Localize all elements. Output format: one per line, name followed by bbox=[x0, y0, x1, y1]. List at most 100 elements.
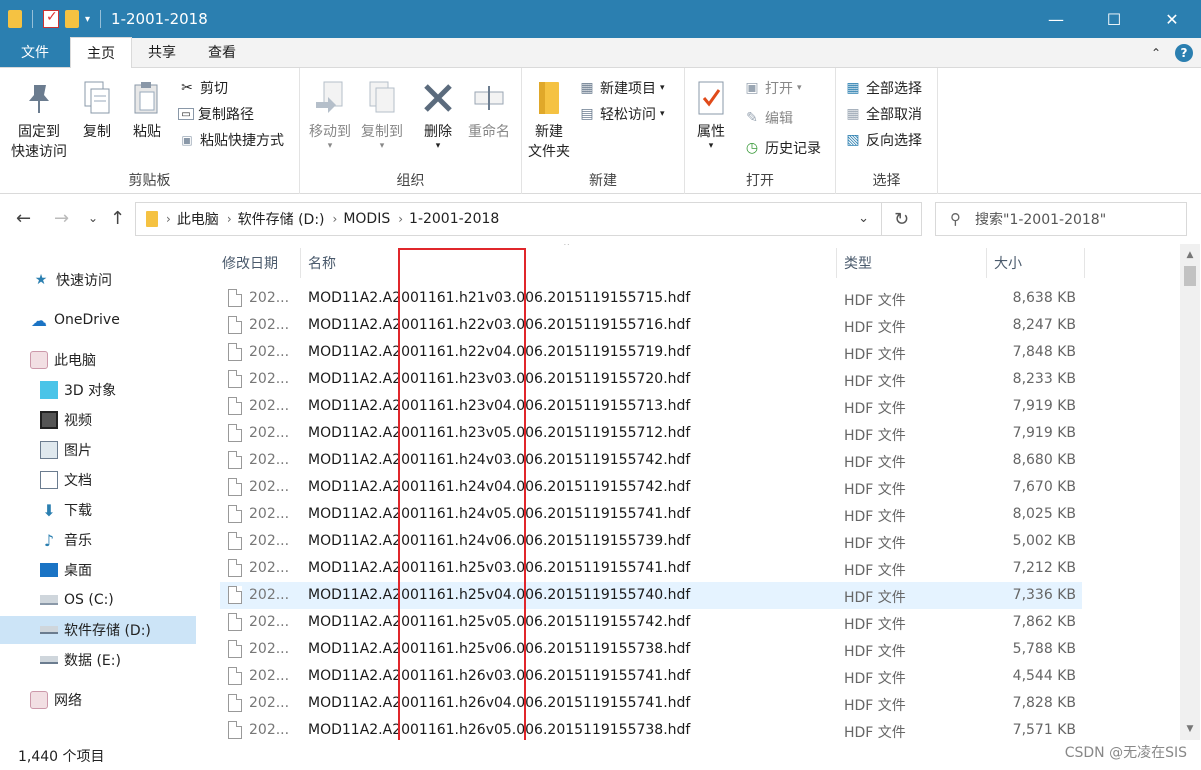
tab-view[interactable]: 查看 bbox=[192, 37, 252, 67]
paste-shortcut-label: 粘贴快捷方式 bbox=[200, 133, 284, 149]
rename-button[interactable]: 重命名 bbox=[462, 78, 516, 142]
breadcrumb-current-folder[interactable]: 1-2001-2018 bbox=[409, 211, 499, 227]
tab-share[interactable]: 共享 bbox=[132, 37, 192, 67]
table-row[interactable]: 202... MOD11A2.A2001161.h25v06.006.201511… bbox=[220, 636, 1082, 663]
copy-button[interactable]: 复制 bbox=[74, 78, 120, 142]
back-arrow-icon[interactable]: ← bbox=[16, 208, 31, 229]
column-header-name[interactable]: 名称 bbox=[308, 253, 336, 273]
invert-selection-button[interactable]: ▧ 反向选择 bbox=[844, 130, 922, 150]
new-item-button[interactable]: ▦ 新建项目 ▾ bbox=[578, 78, 664, 98]
tab-home[interactable]: 主页 bbox=[70, 37, 132, 68]
sidebar-item-downloads[interactable]: ⬇ 下载 bbox=[0, 496, 196, 524]
table-row[interactable]: 202... MOD11A2.A2001161.h25v04.006.201511… bbox=[220, 582, 1082, 609]
pin-quick-access-button[interactable]: 固定到 快速访问 bbox=[8, 78, 70, 162]
close-button[interactable]: ✕ bbox=[1143, 0, 1201, 38]
scrollbar-thumb[interactable] bbox=[1184, 266, 1196, 286]
address-bar[interactable]: › 此电脑 › 软件存储 (D:) › MODIS › 1-2001-2018 … bbox=[135, 202, 922, 236]
table-row[interactable]: 202... MOD11A2.A2001161.h23v03.006.201511… bbox=[220, 366, 1082, 393]
table-row[interactable]: 202... MOD11A2.A2001161.h26v05.006.201511… bbox=[220, 717, 1082, 740]
column-header-type[interactable]: 类型 bbox=[844, 253, 872, 273]
table-row[interactable]: 202... MOD11A2.A2001161.h25v03.006.201511… bbox=[220, 555, 1082, 582]
customize-dropdown-icon[interactable]: ▾ bbox=[85, 14, 90, 25]
easy-access-button[interactable]: ▤ 轻松访问 ▾ bbox=[578, 104, 664, 124]
chevron-right-icon[interactable]: › bbox=[333, 212, 338, 226]
select-none-button[interactable]: ▦ 全部取消 bbox=[844, 104, 922, 124]
breadcrumb-this-pc[interactable]: 此电脑 bbox=[177, 209, 219, 229]
forward-arrow-icon[interactable]: → bbox=[54, 208, 69, 229]
delete-button[interactable]: 删除 ▾ bbox=[416, 78, 460, 151]
sidebar-item-pictures[interactable]: 图片 bbox=[0, 436, 196, 464]
sidebar-item-drive-e[interactable]: 数据 (E:) bbox=[0, 646, 196, 674]
table-row[interactable]: 202... MOD11A2.A2001161.h24v04.006.201511… bbox=[220, 474, 1082, 501]
edit-button[interactable]: ✎ 编辑 bbox=[743, 108, 793, 128]
new-folder-icon[interactable] bbox=[65, 10, 79, 28]
chevron-right-icon[interactable]: › bbox=[166, 212, 171, 226]
table-row[interactable]: 202... MOD11A2.A2001161.h24v03.006.201511… bbox=[220, 447, 1082, 474]
file-name: MOD11A2.A2001161.h23v05.006.201511915571… bbox=[308, 425, 691, 441]
column-divider[interactable] bbox=[1084, 248, 1085, 278]
select-all-button[interactable]: ▦ 全部选择 bbox=[844, 78, 922, 98]
vertical-scrollbar[interactable]: ▲ ▼ bbox=[1180, 244, 1200, 740]
copy-to-button[interactable]: 复制到 ▾ bbox=[356, 78, 408, 151]
sidebar-item-quick-access[interactable]: ★ 快速访问 bbox=[0, 266, 196, 294]
table-row[interactable]: 202... MOD11A2.A2001161.h22v04.006.201511… bbox=[220, 339, 1082, 366]
sidebar-item-music[interactable]: ♪ 音乐 bbox=[0, 526, 196, 554]
search-placeholder: 搜索"1-2001-2018" bbox=[975, 212, 1107, 228]
table-row[interactable]: 202... MOD11A2.A2001161.h23v05.006.201511… bbox=[220, 420, 1082, 447]
properties-button[interactable]: 属性 ▾ bbox=[691, 78, 731, 151]
sidebar-item-videos[interactable]: 视频 bbox=[0, 406, 196, 434]
sidebar-item-desktop[interactable]: 桌面 bbox=[0, 556, 196, 584]
paste-shortcut-button[interactable]: ▣ 粘贴快捷方式 bbox=[178, 130, 284, 150]
table-row[interactable]: 202... MOD11A2.A2001161.h24v06.006.201511… bbox=[220, 528, 1082, 555]
move-to-button[interactable]: 移动到 ▾ bbox=[304, 78, 356, 151]
table-row[interactable]: 202... MOD11A2.A2001161.h24v05.006.201511… bbox=[220, 501, 1082, 528]
scroll-down-icon[interactable]: ▼ bbox=[1180, 720, 1200, 738]
properties-icon[interactable] bbox=[43, 9, 59, 28]
sidebar-item-3d-objects[interactable]: 3D 对象 bbox=[0, 376, 196, 404]
file-name: MOD11A2.A2001161.h23v04.006.201511915571… bbox=[308, 398, 691, 414]
sidebar-item-drive-c[interactable]: OS (C:) bbox=[0, 586, 196, 614]
recent-locations-chevron-icon[interactable]: ⌄ bbox=[88, 211, 98, 225]
column-header-date[interactable]: 修改日期 bbox=[222, 253, 278, 273]
file-name: MOD11A2.A2001161.h21v03.006.201511915571… bbox=[308, 290, 691, 306]
chevron-down-icon[interactable]: ⌄ bbox=[858, 211, 869, 226]
history-button[interactable]: ◷ 历史记录 bbox=[743, 138, 821, 158]
sidebar-item-drive-d[interactable]: 软件存储 (D:) bbox=[0, 616, 196, 644]
file-type: HDF 文件 bbox=[844, 455, 906, 471]
copy-path-button[interactable]: ▭ 复制路径 bbox=[178, 104, 254, 124]
sidebar-item-documents[interactable]: 文档 bbox=[0, 466, 196, 494]
chevron-right-icon[interactable]: › bbox=[227, 212, 232, 226]
refresh-icon[interactable]: ↻ bbox=[881, 203, 921, 235]
open-button[interactable]: ▣ 打开 ▾ bbox=[743, 78, 801, 98]
minimize-button[interactable]: — bbox=[1027, 0, 1085, 38]
open-group: 属性 ▾ ▣ 打开 ▾ ✎ 编辑 ◷ 历史记录 打开 bbox=[685, 68, 836, 194]
table-row[interactable]: 202... MOD11A2.A2001161.h26v04.006.201511… bbox=[220, 690, 1082, 717]
tab-file[interactable]: 文件 bbox=[0, 37, 70, 67]
table-row[interactable]: 202... MOD11A2.A2001161.h23v04.006.201511… bbox=[220, 393, 1082, 420]
video-icon bbox=[40, 411, 58, 429]
table-row[interactable]: 202... MOD11A2.A2001161.h21v03.006.201511… bbox=[220, 285, 1082, 312]
search-box[interactable]: ⚲ 搜索"1-2001-2018" bbox=[935, 202, 1187, 236]
breadcrumb-drive-d[interactable]: 软件存储 (D:) bbox=[238, 209, 325, 229]
table-row[interactable]: 202... MOD11A2.A2001161.h26v03.006.201511… bbox=[220, 663, 1082, 690]
scroll-up-icon[interactable]: ▲ bbox=[1180, 246, 1200, 264]
breadcrumb-modis[interactable]: MODIS bbox=[343, 211, 390, 227]
sidebar-item-network[interactable]: 网络 bbox=[0, 686, 196, 714]
copy-label: 复制 bbox=[83, 124, 111, 140]
table-row[interactable]: 202... MOD11A2.A2001161.h22v03.006.201511… bbox=[220, 312, 1082, 339]
new-folder-button[interactable]: 新建 文件夹 bbox=[524, 78, 574, 162]
maximize-button[interactable]: ☐ bbox=[1085, 0, 1143, 38]
chevron-right-icon[interactable]: › bbox=[398, 212, 403, 226]
paste-button[interactable]: 粘贴 bbox=[124, 78, 170, 142]
column-divider[interactable] bbox=[986, 248, 987, 278]
column-divider[interactable] bbox=[836, 248, 837, 278]
cut-button[interactable]: ✂ 剪切 bbox=[178, 78, 228, 98]
table-row[interactable]: 202... MOD11A2.A2001161.h25v05.006.201511… bbox=[220, 609, 1082, 636]
column-header-size[interactable]: 大小 bbox=[994, 253, 1022, 273]
sidebar-item-onedrive[interactable]: ☁ OneDrive bbox=[0, 306, 196, 334]
collapse-ribbon-icon[interactable]: ⌃ bbox=[1151, 46, 1161, 60]
up-arrow-icon[interactable]: ↑ bbox=[110, 208, 125, 229]
help-icon[interactable]: ? bbox=[1175, 44, 1193, 62]
sidebar-item-this-pc[interactable]: 此电脑 bbox=[0, 346, 196, 374]
column-divider[interactable] bbox=[300, 248, 301, 278]
